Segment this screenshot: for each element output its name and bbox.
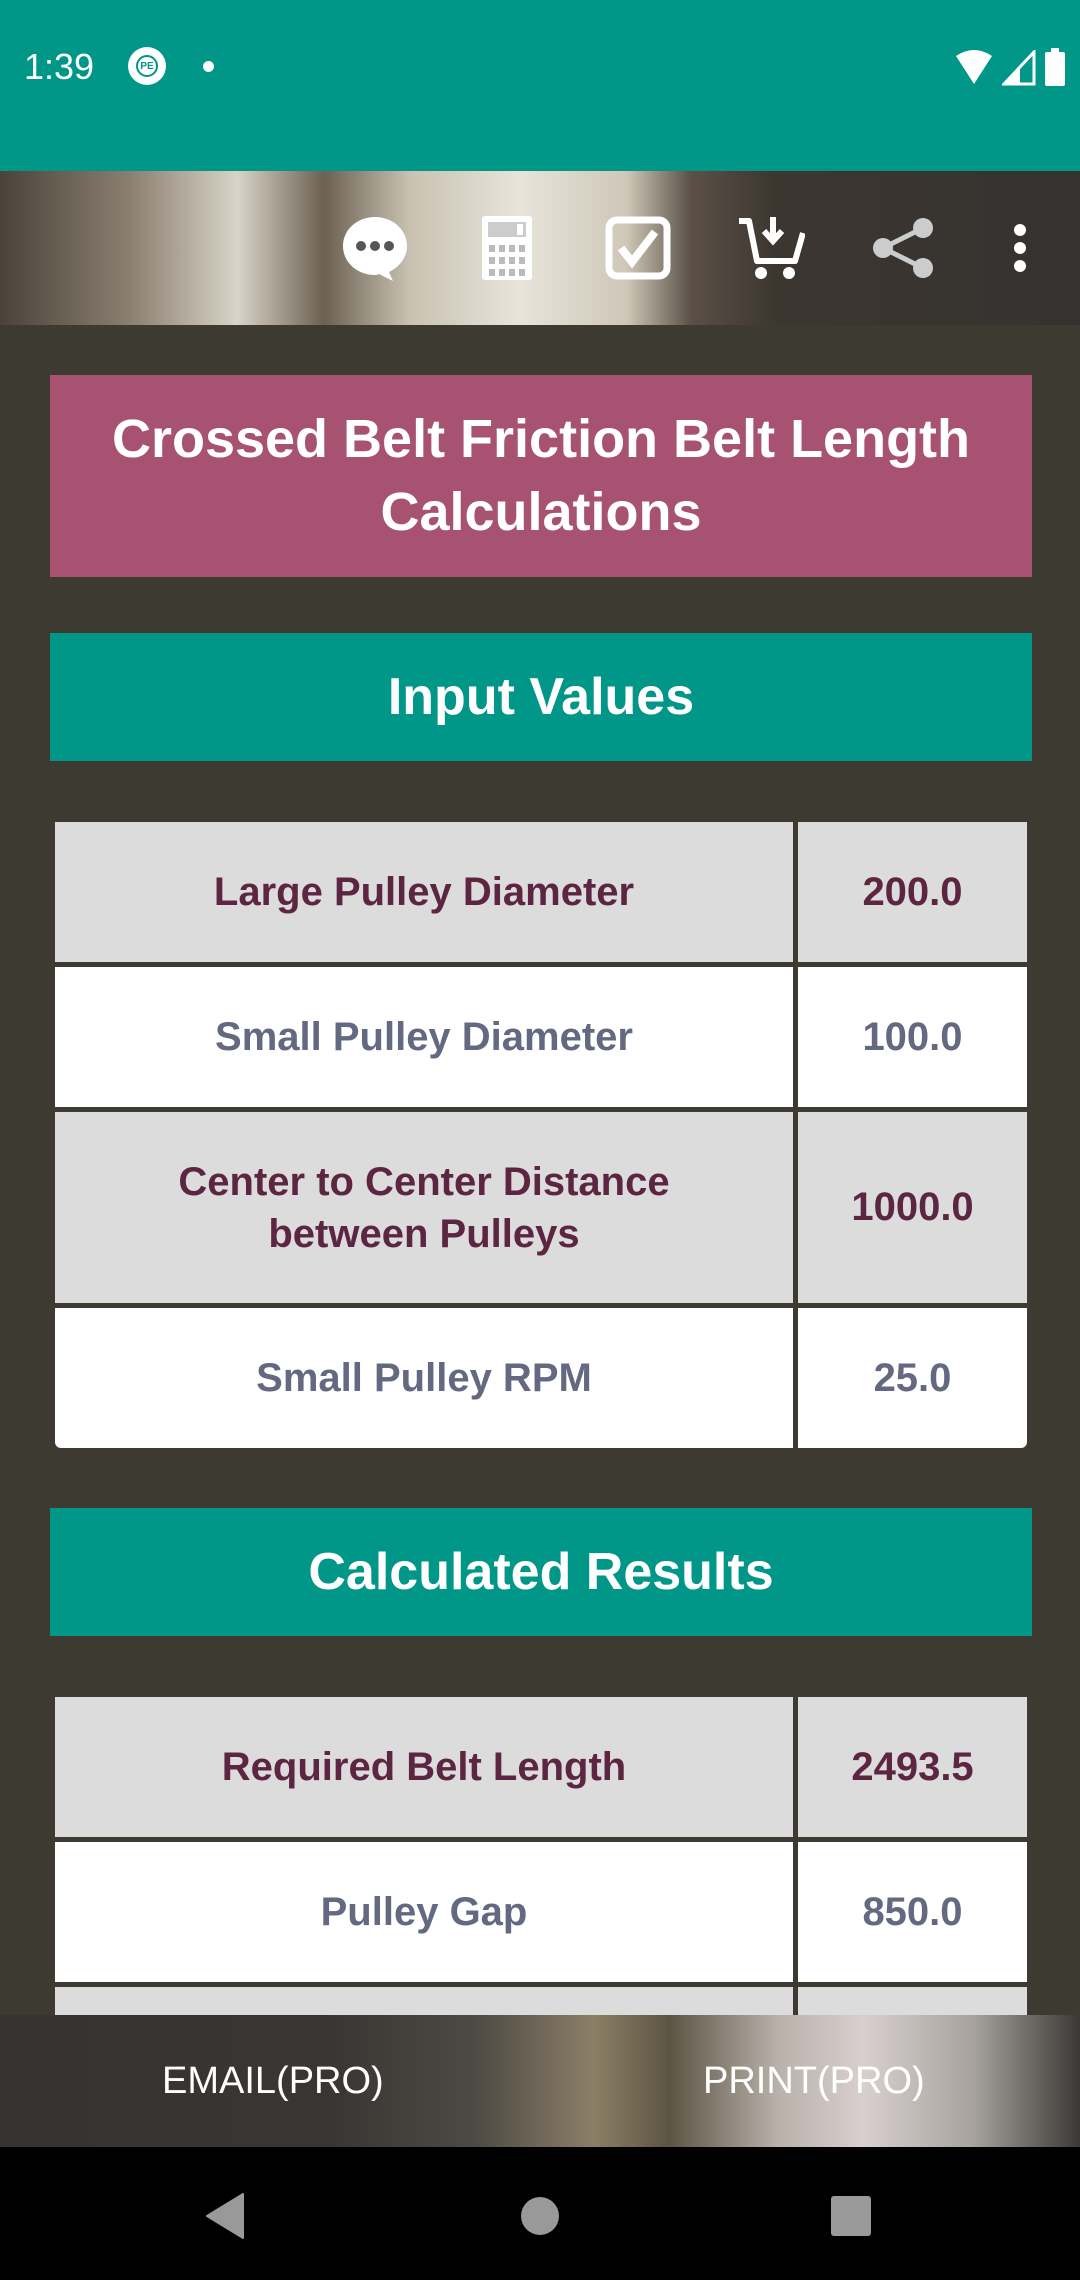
row-value: 2493.5 bbox=[798, 1697, 1027, 1837]
cart-download-icon[interactable] bbox=[736, 213, 806, 283]
checkbox-icon[interactable] bbox=[603, 213, 673, 283]
back-icon[interactable] bbox=[200, 2191, 250, 2241]
recents-icon[interactable] bbox=[826, 2191, 876, 2241]
table-row[interactable]: Small Pulley RPM 25.0 bbox=[55, 1308, 1027, 1448]
system-nav-bar bbox=[0, 2147, 1080, 2280]
row-value[interactable]: 1000.0 bbox=[798, 1112, 1027, 1303]
row-label: Pulley Gap bbox=[55, 1842, 793, 1982]
email-pro-button[interactable]: EMAIL(PRO) bbox=[0, 2015, 539, 2147]
table-row: Pulley Gap 850.0 bbox=[55, 1842, 1027, 1982]
system-icons bbox=[954, 48, 1066, 86]
battery-icon bbox=[1045, 48, 1065, 86]
row-label bbox=[55, 1987, 793, 2015]
status-time: 1:39 bbox=[24, 46, 95, 87]
row-label: Required Belt Length bbox=[55, 1697, 793, 1837]
row-value[interactable]: 25.0 bbox=[798, 1308, 1027, 1448]
row-value[interactable]: 200.0 bbox=[798, 822, 1027, 962]
table-row[interactable]: Small Pulley Diameter 100.0 bbox=[55, 967, 1027, 1107]
status-bar: 1:39 PE bbox=[0, 0, 1080, 171]
pe-label: PE bbox=[136, 55, 158, 77]
calculated-results-header: Calculated Results bbox=[50, 1508, 1032, 1636]
signal-icon bbox=[1002, 50, 1036, 86]
pe-app-icon: PE bbox=[128, 47, 166, 85]
more-vert-icon[interactable] bbox=[985, 213, 1055, 283]
app-toolbar bbox=[0, 171, 1080, 325]
share-icon[interactable] bbox=[868, 213, 938, 283]
chat-icon[interactable] bbox=[340, 213, 410, 283]
table-row[interactable]: Center to Center Distance between Pulley… bbox=[55, 1112, 1027, 1303]
calculator-icon[interactable] bbox=[472, 213, 542, 283]
wifi-icon bbox=[956, 50, 992, 84]
calculated-results-table: Required Belt Length 2493.5 Pulley Gap 8… bbox=[55, 1697, 1027, 2015]
row-label: Large Pulley Diameter bbox=[55, 822, 793, 962]
row-value bbox=[798, 1987, 1027, 2015]
row-value: 850.0 bbox=[798, 1842, 1027, 1982]
table-row-partial bbox=[55, 1987, 1027, 2015]
bottom-action-bar: EMAIL(PRO) PRINT(PRO) bbox=[0, 2015, 1080, 2147]
print-pro-button[interactable]: PRINT(PRO) bbox=[539, 2015, 1080, 2147]
row-label: Center to Center Distance between Pulley… bbox=[55, 1112, 793, 1303]
input-values-table: Large Pulley Diameter 200.0 Small Pulley… bbox=[55, 822, 1027, 1453]
table-row: Required Belt Length 2493.5 bbox=[55, 1697, 1027, 1837]
row-value[interactable]: 100.0 bbox=[798, 967, 1027, 1107]
table-row[interactable]: Large Pulley Diameter 200.0 bbox=[55, 822, 1027, 962]
notification-dot-icon bbox=[203, 61, 214, 72]
row-label: Small Pulley RPM bbox=[55, 1308, 793, 1448]
row-label: Small Pulley Diameter bbox=[55, 967, 793, 1107]
content-scroll-area[interactable]: Crossed Belt Friction Belt Length Calcul… bbox=[0, 325, 1080, 2015]
input-values-header: Input Values bbox=[50, 633, 1032, 761]
home-icon[interactable] bbox=[515, 2191, 565, 2241]
page-title: Crossed Belt Friction Belt Length Calcul… bbox=[50, 375, 1032, 577]
